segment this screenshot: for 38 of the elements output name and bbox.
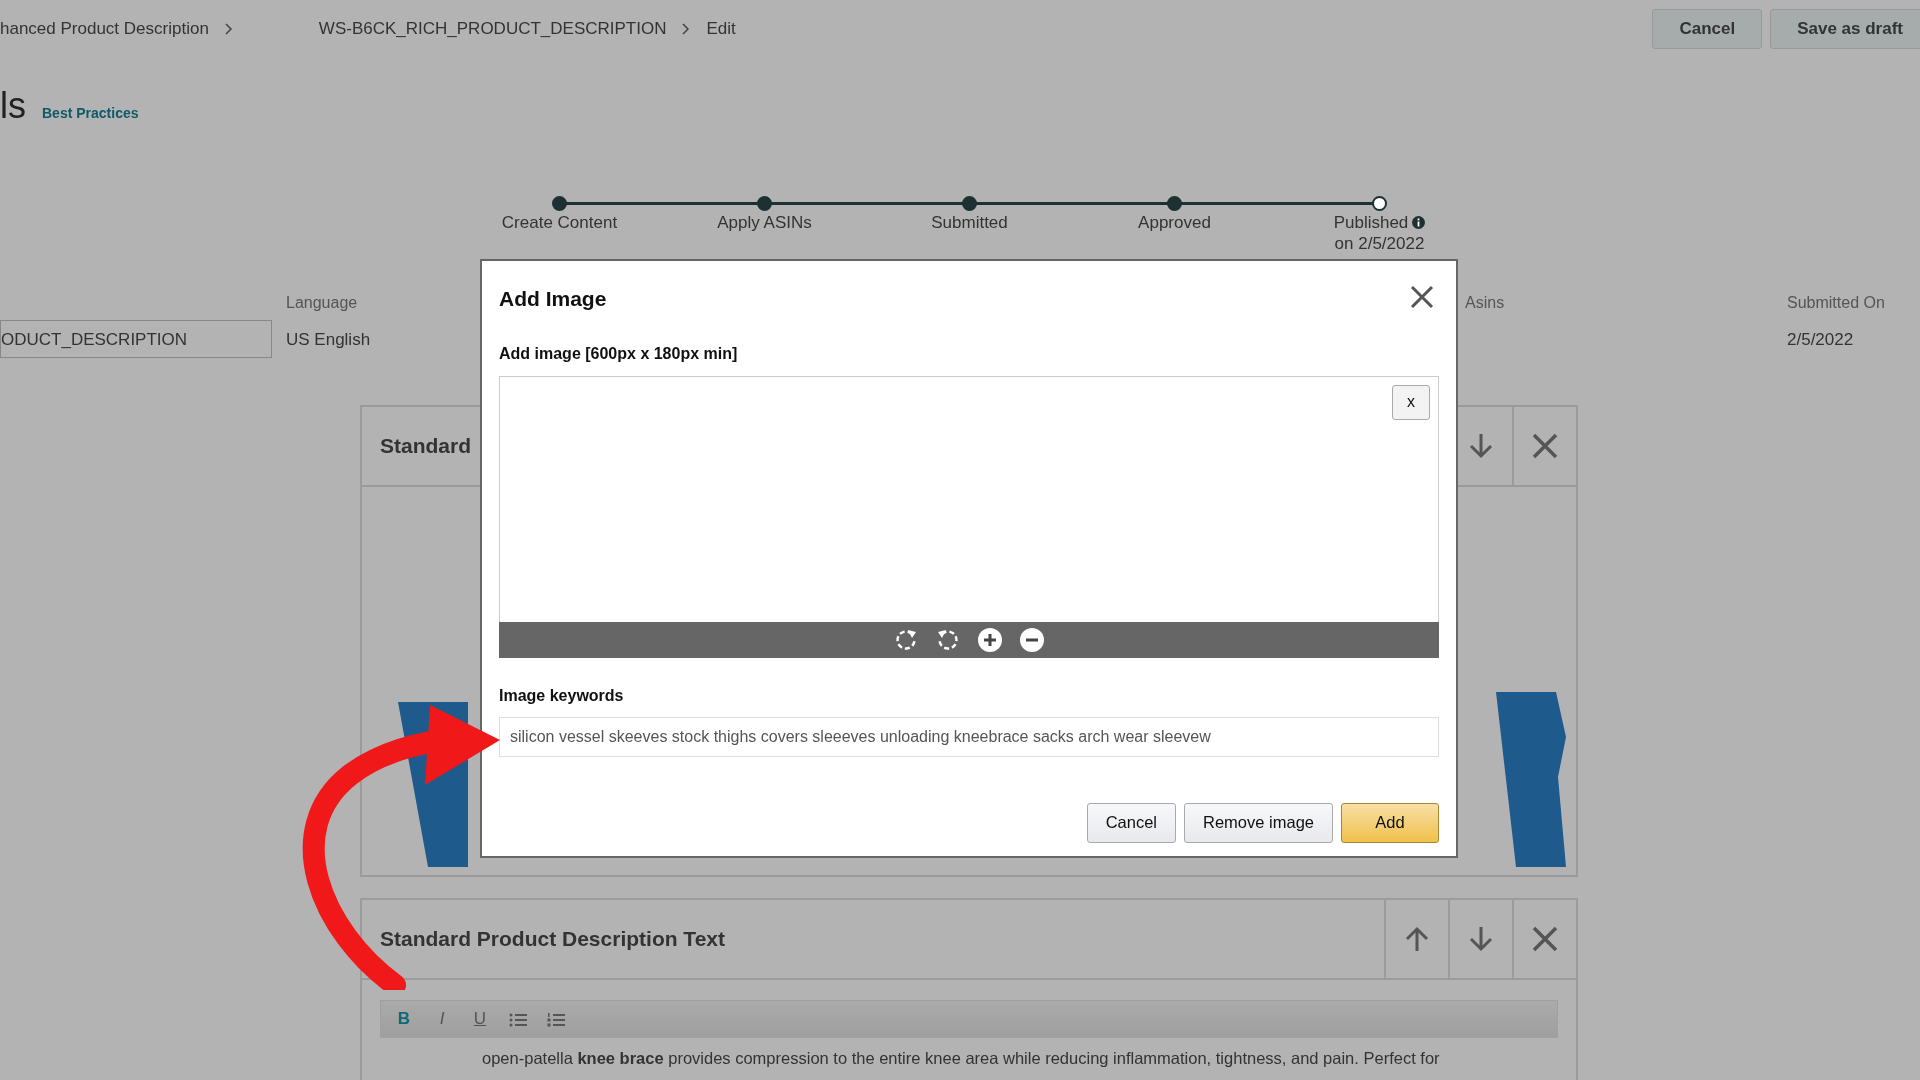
underline-button[interactable]: U bbox=[461, 1005, 499, 1033]
zoom-in-icon bbox=[977, 626, 1003, 653]
page-title: ls bbox=[0, 88, 26, 124]
step-label: Create Content bbox=[501, 213, 618, 233]
submitted-on-label: Submitted On bbox=[1787, 293, 1885, 314]
chevron-icon bbox=[224, 23, 233, 35]
breadcrumb-link[interactable]: hanced Product Description bbox=[0, 16, 209, 42]
submitted-on-value: 2/5/2022 bbox=[1787, 329, 1855, 352]
asins-label: Asins bbox=[1465, 293, 1505, 314]
module-title: Standard Product Description Text bbox=[379, 926, 726, 953]
description-text: open-patella knee brace provides compression to the entire knee area while reducing inflammation, tightness, and pain. Perfect for bbox=[481, 1048, 1441, 1069]
dialog-button[interactable]: Remove image bbox=[1184, 802, 1333, 843]
breadcrumb-current: Edit bbox=[706, 18, 736, 41]
bulleted-list-icon bbox=[509, 1012, 527, 1027]
step-label: Submitted bbox=[931, 213, 1008, 233]
dialog-title: Add Image bbox=[499, 286, 607, 312]
name-field[interactable]: ODUCT_DESCRIPTION bbox=[0, 320, 272, 359]
zoom-out-icon bbox=[1019, 626, 1045, 653]
step-label: Approved bbox=[1138, 213, 1211, 233]
dialog-button[interactable]: Cancel bbox=[1086, 802, 1177, 843]
keywords-label: Image keywords bbox=[499, 685, 625, 706]
add-button[interactable]: Add bbox=[1341, 802, 1439, 843]
image-size-label: Add image [600px x 180px min] bbox=[499, 343, 739, 364]
language-label: Language bbox=[286, 293, 359, 314]
best-practices-link[interactable]: Best Practices bbox=[42, 103, 139, 124]
save-draft-button[interactable]: Save as draft bbox=[1770, 9, 1920, 49]
language-value: US English bbox=[286, 329, 371, 352]
step-label: Apply ASINs bbox=[717, 213, 812, 233]
close-icon bbox=[1410, 284, 1434, 309]
clear-image-button[interactable]: x bbox=[1392, 384, 1430, 420]
numbered-list-icon bbox=[547, 1012, 565, 1027]
breadcrumb-link[interactable]: WS-B6CK_RICH_PRODUCT_DESCRIPTION bbox=[318, 16, 667, 42]
publish-date: on 2/5/2022 bbox=[1333, 233, 1426, 254]
chevron-icon bbox=[682, 23, 691, 35]
step-label: Published bbox=[1333, 213, 1409, 233]
cancel-button[interactable]: Cancel bbox=[1652, 9, 1763, 49]
keywords-field[interactable]: silicon vessel skeeves stock thighs covers sleeeves unloading kneebrace sacks arch wear sleevew bbox=[499, 716, 1439, 757]
module-title: Standard bbox=[379, 433, 472, 460]
